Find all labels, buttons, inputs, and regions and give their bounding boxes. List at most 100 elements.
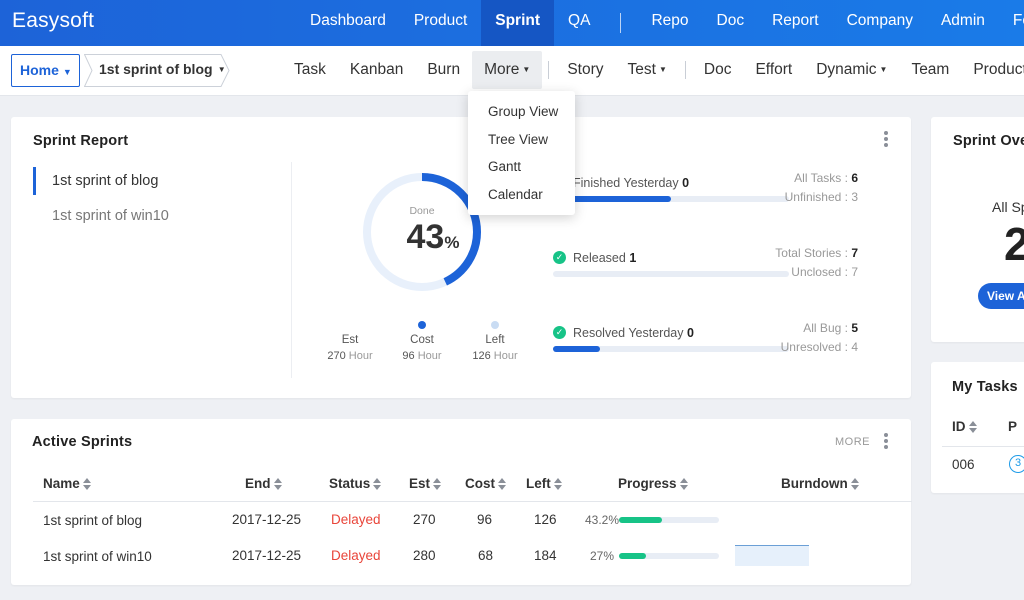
cell-status: Delayed — [331, 512, 381, 527]
cell-left: 126 — [534, 512, 557, 527]
col-status[interactable]: Status — [329, 476, 382, 491]
col-progress[interactable]: Progress — [618, 476, 688, 491]
breadcrumb-home-label: Home — [20, 62, 59, 78]
finished-progress-track — [553, 196, 789, 202]
sort-icon — [82, 478, 91, 490]
sprint-overview-title: Sprint Ove — [953, 133, 1024, 149]
col-status-label: Status — [329, 476, 371, 491]
col-name[interactable]: Name — [43, 476, 91, 491]
sprint-report-card: Sprint Report 1st sprint of blog 1st spr… — [11, 117, 911, 398]
stat-cost-number: 96 — [402, 350, 415, 362]
stat-left-value: 126 Hour — [455, 350, 535, 362]
col-cost[interactable]: Cost — [465, 476, 506, 491]
col-est[interactable]: Est — [409, 476, 442, 491]
subnav-test[interactable]: Test ▼ — [616, 51, 679, 89]
col-pri-label: P — [1008, 419, 1018, 434]
stat-cost-unit: Hour — [417, 350, 442, 362]
stat-est-number: 270 — [327, 350, 346, 362]
col-id[interactable]: ID — [952, 419, 977, 434]
divider — [942, 446, 1024, 447]
resolved-label-text: Resolved Yesterday — [573, 326, 684, 340]
cell-name[interactable]: 1st sprint of win10 — [43, 549, 152, 564]
nav-product[interactable]: Product — [400, 0, 481, 46]
cell-end: 2017-12-25 — [232, 548, 302, 563]
subnav-burn[interactable]: Burn — [415, 51, 472, 89]
sort-icon — [273, 478, 282, 490]
subnav-more[interactable]: More ▼ — [472, 51, 543, 89]
col-left[interactable]: Left — [526, 476, 562, 491]
subnav-team[interactable]: Team — [899, 51, 961, 89]
more-options-icon[interactable] — [883, 131, 889, 149]
more-link[interactable]: MORE — [835, 436, 870, 448]
col-progress-label: Progress — [618, 476, 677, 491]
chevron-down-icon: ▼ — [62, 67, 72, 77]
subnav-task[interactable]: Task — [282, 51, 338, 89]
table-row[interactable]: 1st sprint of blog 2017-12-25 Delayed 27… — [33, 502, 912, 538]
menu-item-group-view[interactable]: Group View — [468, 101, 575, 129]
nav-qa[interactable]: QA — [554, 0, 604, 46]
col-burndown-label: Burndown — [781, 476, 848, 491]
all-tasks-count: 6 — [851, 171, 858, 185]
brand-logo[interactable]: Easysoft — [12, 9, 94, 33]
finished-yesterday-row: ✓ Finished Yesterday 0 All Tasks : 6 Unf… — [553, 171, 858, 216]
total-stories-label: Total Stories : — [775, 246, 848, 260]
more-options-icon[interactable] — [883, 433, 889, 451]
sprint-list-item[interactable]: 1st sprint of blog — [33, 167, 169, 195]
priority-badge: 3 — [1009, 455, 1024, 473]
col-pri[interactable]: P — [1008, 419, 1017, 434]
top-navbar: Easysoft Dashboard Product Sprint QA Rep… — [0, 0, 1024, 46]
subnav-dynamic-label: Dynamic — [816, 61, 877, 78]
col-left-label: Left — [526, 476, 551, 491]
table-row[interactable]: 1st sprint of win10 2017-12-25 Delayed 2… — [33, 538, 912, 574]
more-dropdown-menu: Group View Tree View Gantt Calendar — [468, 91, 575, 215]
nav-feedback[interactable]: Fe — [999, 0, 1024, 46]
cell-est: 270 — [413, 512, 436, 527]
nav-report[interactable]: Report — [758, 0, 833, 46]
burndown-sparkline — [735, 545, 809, 566]
donut-percent: 43 — [406, 218, 445, 256]
view-all-button[interactable]: View A — [978, 283, 1024, 309]
breadcrumb-sprint[interactable]: 1st sprint of blog ▼ — [87, 54, 227, 87]
subnav-divider — [548, 61, 550, 79]
subnav-story[interactable]: Story — [555, 51, 615, 89]
menu-item-calendar[interactable]: Calendar — [468, 184, 575, 212]
nav-dashboard[interactable]: Dashboard — [296, 0, 400, 46]
nav-company[interactable]: Company — [833, 0, 927, 46]
donut-value: 43% — [372, 218, 494, 257]
released-label-text: Released — [573, 251, 626, 265]
subnav-kanban[interactable]: Kanban — [338, 51, 415, 89]
chevron-down-icon: ▼ — [879, 65, 888, 74]
nav-sprint[interactable]: Sprint — [481, 0, 555, 46]
subnav-doc[interactable]: Doc — [692, 51, 744, 89]
resolved-label: Resolved Yesterday 0 — [573, 326, 694, 340]
all-bug-label: All Bug : — [803, 321, 848, 335]
subnav-product[interactable]: Product — [961, 51, 1024, 89]
col-burndown[interactable]: Burndown — [781, 476, 859, 491]
resolved-progress-fill — [553, 346, 601, 352]
col-id-label: ID — [952, 419, 966, 434]
breadcrumb-home[interactable]: Home ▼ — [11, 54, 80, 87]
menu-item-tree-view[interactable]: Tree View — [468, 129, 575, 157]
col-end[interactable]: End — [245, 476, 282, 491]
cell-progress-text: 43.2% — [585, 513, 620, 527]
nav-doc[interactable]: Doc — [703, 0, 759, 46]
nav-repo[interactable]: Repo — [637, 0, 702, 46]
cell-name[interactable]: 1st sprint of blog — [43, 513, 142, 528]
sort-icon — [373, 478, 382, 490]
stat-est-label: Est — [341, 334, 359, 346]
sprint-sub-nav: Task Kanban Burn More ▼ Story Test ▼ Doc E… — [282, 51, 1024, 89]
nav-admin[interactable]: Admin — [927, 0, 999, 46]
cell-end: 2017-12-25 — [232, 512, 302, 527]
sprint-overview-card: Sprint Ove All Sp 2 View A — [931, 117, 1024, 342]
sprint-list-item[interactable]: 1st sprint of win10 — [33, 202, 169, 237]
subnav-effort[interactable]: Effort — [743, 51, 804, 89]
stat-left-unit: Hour — [493, 350, 518, 362]
menu-item-gantt[interactable]: Gantt — [468, 156, 575, 184]
col-est-label: Est — [409, 476, 431, 491]
table-header: Name End Status Est Cost Left Progress B… — [33, 474, 912, 502]
stat-cost-value: 96 Hour — [382, 350, 462, 362]
check-circle-icon: ✓ — [553, 251, 566, 264]
stat-left-number: 126 — [472, 350, 491, 362]
cell-status: Delayed — [331, 548, 381, 563]
subnav-dynamic[interactable]: Dynamic ▼ — [804, 51, 899, 89]
